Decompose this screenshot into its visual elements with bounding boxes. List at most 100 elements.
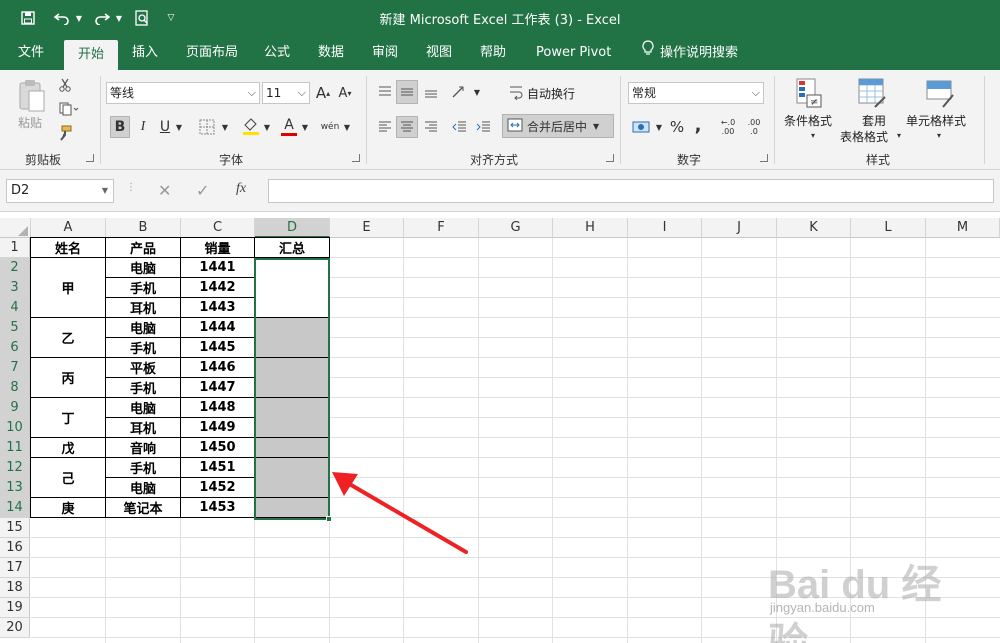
enter-icon[interactable]: ✓	[196, 181, 209, 200]
cell-sales[interactable]: 1444	[180, 317, 255, 338]
clipboard-launcher-icon[interactable]	[86, 154, 94, 162]
cell-c1[interactable]: 销量	[180, 237, 255, 258]
cell-product[interactable]: 音响	[105, 437, 181, 458]
comma-button[interactable]: ,	[690, 114, 706, 136]
column-header-a[interactable]: A	[31, 218, 106, 238]
cell-sales[interactable]: 1448	[180, 397, 255, 418]
cancel-icon[interactable]: ✕	[158, 181, 171, 200]
align-left-icon[interactable]	[374, 116, 396, 138]
tab-data[interactable]: 数据	[308, 36, 354, 70]
align-top-icon[interactable]	[374, 80, 396, 104]
row-header-18[interactable]: 18	[0, 578, 30, 598]
orientation-dropdown-icon[interactable]: ▼	[472, 80, 482, 104]
row-header-3[interactable]: 3	[0, 278, 30, 298]
cell-name-group[interactable]: 丁	[30, 397, 106, 438]
accounting-format-icon[interactable]	[630, 116, 652, 138]
cell-a1[interactable]: 姓名	[30, 237, 106, 258]
fill-color-dropdown-icon[interactable]: ▼	[262, 116, 272, 138]
align-middle-icon[interactable]	[396, 80, 418, 104]
cell-product[interactable]: 耳机	[105, 417, 181, 438]
format-as-table-label-1[interactable]: 套用	[862, 112, 886, 129]
select-all-corner[interactable]	[0, 218, 31, 238]
cell-sales[interactable]: 1452	[180, 477, 255, 498]
cell-name-group[interactable]: 乙	[30, 317, 106, 358]
row-header-9[interactable]: 9	[0, 398, 30, 418]
column-header-k[interactable]: K	[777, 218, 851, 238]
row-header-17[interactable]: 17	[0, 558, 30, 578]
cell-product[interactable]: 笔记本	[105, 497, 181, 518]
cell-name-group[interactable]: 甲	[30, 257, 106, 318]
format-painter-icon[interactable]	[56, 124, 74, 142]
decrease-font-button[interactable]: A ▾	[336, 83, 354, 103]
increase-font-button[interactable]: A ▴	[314, 83, 332, 103]
cell-styles-dropdown-icon[interactable]: ▾	[934, 130, 944, 140]
cell-sales[interactable]: 1450	[180, 437, 255, 458]
column-header-d[interactable]: D	[255, 218, 330, 238]
font-name-dropdown[interactable]: 等线 ⌵	[106, 82, 260, 104]
column-header-f[interactable]: F	[404, 218, 479, 238]
row-header-16[interactable]: 16	[0, 538, 30, 558]
tab-file[interactable]: 文件	[8, 36, 54, 70]
bold-button[interactable]: B	[110, 116, 130, 138]
row-header-7[interactable]: 7	[0, 358, 30, 378]
row-header-10[interactable]: 10	[0, 418, 30, 438]
align-bottom-icon[interactable]	[420, 80, 442, 104]
tab-view[interactable]: 视图	[416, 36, 462, 70]
align-right-icon[interactable]	[420, 116, 442, 138]
cell-sales[interactable]: 1453	[180, 497, 255, 518]
format-table-dropdown-icon[interactable]: ▾	[894, 130, 904, 140]
row-header-4[interactable]: 4	[0, 298, 30, 318]
cell-product[interactable]: 手机	[105, 277, 181, 298]
cell-name-group[interactable]: 己	[30, 457, 106, 498]
row-header-19[interactable]: 19	[0, 598, 30, 618]
cell-product[interactable]: 手机	[105, 377, 181, 398]
cell-product[interactable]: 电脑	[105, 397, 181, 418]
cell-sales[interactable]: 1442	[180, 277, 255, 298]
cell-product[interactable]: 手机	[105, 457, 181, 478]
fill-color-icon[interactable]	[240, 114, 262, 138]
cell-sales[interactable]: 1443	[180, 297, 255, 318]
merge-center-button[interactable]: 合并后居中 ▼	[502, 114, 614, 138]
row-header-5[interactable]: 5	[0, 318, 30, 338]
tell-me-search[interactable]: 操作说明搜索	[632, 36, 748, 70]
wrap-text-icon[interactable]	[506, 82, 526, 102]
cell-sales[interactable]: 1445	[180, 337, 255, 358]
row-header-15[interactable]: 15	[0, 518, 30, 538]
font-color-dropdown-icon[interactable]: ▼	[300, 116, 310, 138]
decrease-decimal-button[interactable]: .00.0	[742, 116, 766, 138]
insert-function-icon[interactable]: fx	[236, 181, 246, 197]
column-header-j[interactable]: J	[702, 218, 777, 238]
tab-review[interactable]: 审阅	[362, 36, 408, 70]
tab-power-pivot[interactable]: Power Pivot	[526, 36, 621, 70]
format-as-table-icon[interactable]	[856, 76, 888, 110]
tab-page-layout[interactable]: 页面布局	[176, 36, 248, 70]
column-header-h[interactable]: H	[553, 218, 628, 238]
copy-icon[interactable]	[56, 100, 82, 118]
paste-label[interactable]: 粘贴	[18, 114, 42, 131]
cell-b1[interactable]: 产品	[105, 237, 181, 258]
conditional-dropdown-icon[interactable]: ▾	[808, 130, 818, 140]
format-as-table-label-2[interactable]: 表格格式	[840, 128, 888, 145]
decrease-indent-icon[interactable]	[448, 116, 470, 138]
cell-product[interactable]: 电脑	[105, 257, 181, 278]
row-header-13[interactable]: 13	[0, 478, 30, 498]
font-size-dropdown[interactable]: 11 ⌵	[262, 82, 310, 104]
cell-sales[interactable]: 1449	[180, 417, 255, 438]
cell-sales[interactable]: 1447	[180, 377, 255, 398]
wrap-text-label[interactable]: 自动换行	[527, 85, 575, 102]
cell-sales[interactable]: 1451	[180, 457, 255, 478]
cell-name-group[interactable]: 庚	[30, 497, 106, 518]
column-header-m[interactable]: M	[926, 218, 1000, 238]
column-header-g[interactable]: G	[479, 218, 553, 238]
tab-home[interactable]: 开始	[64, 40, 118, 70]
cell-product[interactable]: 电脑	[105, 477, 181, 498]
row-header-1[interactable]: 1	[0, 238, 30, 258]
row-header-2[interactable]: 2	[0, 258, 30, 278]
formula-input[interactable]	[268, 179, 994, 203]
cell-product[interactable]: 电脑	[105, 317, 181, 338]
align-center-icon[interactable]	[396, 116, 418, 138]
row-header-14[interactable]: 14	[0, 498, 30, 518]
border-icon[interactable]	[196, 116, 218, 138]
cell-d1[interactable]: 汇总	[254, 237, 330, 258]
underline-button[interactable]: U	[156, 116, 174, 138]
